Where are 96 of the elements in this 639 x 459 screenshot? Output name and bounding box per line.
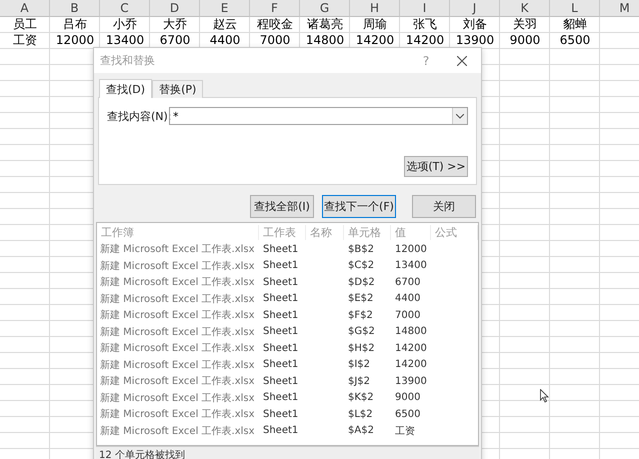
table-cell-text: $C$2 bbox=[347, 260, 376, 272]
table-cell-text: Sheet1 bbox=[262, 310, 300, 321]
table-cell-text: $D$2 bbox=[347, 276, 376, 288]
table-cell-text: Sheet1 bbox=[262, 392, 300, 404]
window-title: 查找和替换 bbox=[100, 53, 156, 68]
table-cell-text: $E$2 bbox=[347, 293, 374, 304]
table-cell-text: 4400 bbox=[208, 33, 242, 48]
table-cell-text: $K$2 bbox=[347, 392, 375, 404]
table-cell-text: 12000 bbox=[394, 244, 428, 255]
table-cell-text: 14200 bbox=[404, 33, 446, 48]
table-cell-text: $A$2 bbox=[347, 425, 375, 436]
table-cell-text: Sheet1 bbox=[262, 260, 300, 272]
table-cell-text: 9000 bbox=[508, 33, 542, 48]
table-cell-text: 6700 bbox=[158, 33, 192, 48]
table-cell-text: 程咬金 bbox=[256, 17, 294, 32]
table-cell-text: 工资 bbox=[12, 33, 38, 48]
table-cell-text: $L$2 bbox=[347, 408, 374, 420]
table-cell-text: 12000 bbox=[54, 33, 96, 48]
table-cell-text: $B$2 bbox=[347, 244, 375, 255]
table-cell-text: 关羽 bbox=[512, 17, 538, 32]
table-cell-text: 新建 Microsoft Excel 工作表.xlsx bbox=[99, 308, 256, 322]
table-cell-text: 周瑜 bbox=[362, 17, 388, 32]
table-cell-text: 张飞 bbox=[412, 17, 438, 32]
table-cell-text: Sheet1 bbox=[262, 425, 300, 436]
table-cell-text: 13900 bbox=[394, 376, 428, 387]
column-header[interactable]: A bbox=[0, 0, 50, 17]
table-cell-text: Sheet1 bbox=[262, 293, 300, 304]
table-cell-text: 4400 bbox=[394, 293, 422, 304]
table-cell-text: Sheet1 bbox=[262, 326, 300, 338]
table-cell-text: 新建 Microsoft Excel 工作表.xlsx bbox=[99, 408, 256, 422]
table-cell-text: 新建 Microsoft Excel 工作表.xlsx bbox=[99, 342, 256, 356]
table-cell-text: 7000 bbox=[394, 310, 422, 321]
table-cell-text: 貂蝉 bbox=[562, 17, 588, 32]
table-cell-text: 13900 bbox=[454, 33, 496, 48]
table-cell-text: 赵云 bbox=[212, 17, 238, 32]
table-cell-text: 新建 Microsoft Excel 工作表.xlsx bbox=[99, 260, 256, 273]
table-cell-text: Sheet1 bbox=[262, 342, 300, 354]
table-cell-text: Sheet1 bbox=[262, 376, 300, 387]
table-cell-text: 14200 bbox=[354, 33, 396, 48]
table-cell-text: Sheet1 bbox=[262, 276, 300, 288]
table-cell-text: 新建 Microsoft Excel 工作表.xlsx bbox=[99, 292, 256, 306]
table-cell-text: 新建 Microsoft Excel 工作表.xlsx bbox=[99, 374, 256, 388]
table-cell-text: 13400 bbox=[104, 33, 146, 48]
tab[interactable]: 查找(D) bbox=[99, 79, 152, 98]
column-header[interactable]: L bbox=[550, 0, 600, 17]
search-field[interactable]: * bbox=[169, 107, 468, 125]
table-cell-text: 新建 Microsoft Excel 工作表.xlsx bbox=[99, 326, 256, 339]
column-header[interactable]: I bbox=[400, 0, 450, 17]
table-cell-text: Sheet1 bbox=[262, 408, 300, 420]
table-cell-text: 14800 bbox=[304, 33, 346, 48]
action-button[interactable]: 关闭 bbox=[412, 195, 476, 218]
action-button[interactable]: 查找全部(I) bbox=[250, 195, 314, 218]
table-cell-text: 13400 bbox=[394, 260, 428, 272]
table-cell-text: 新建 Microsoft Excel 工作表.xlsx bbox=[99, 276, 256, 290]
column-header[interactable]: E bbox=[200, 0, 250, 17]
options-button[interactable]: 选项(T) >> bbox=[404, 156, 468, 177]
table-cell-text: $J$2 bbox=[347, 376, 372, 387]
table-cell-text: 员工 bbox=[12, 17, 38, 32]
table-cell-text: 小乔 bbox=[112, 17, 138, 32]
table-cell-text: $H$2 bbox=[347, 342, 376, 354]
table-cell-text: $F$2 bbox=[347, 310, 374, 321]
table-cell-text: 14200 bbox=[394, 342, 428, 354]
table-cell-text: 新建 Microsoft Excel 工作表.xlsx bbox=[99, 242, 256, 256]
table-cell-text: 诸葛亮 bbox=[306, 17, 344, 32]
table-cell-text: 大乔 bbox=[162, 17, 188, 32]
close-button[interactable] bbox=[455, 54, 469, 68]
column-header[interactable]: K bbox=[500, 0, 550, 17]
chevron-down-icon[interactable] bbox=[456, 114, 464, 118]
column-header[interactable]: M bbox=[600, 0, 639, 17]
table-cell-text: 14800 bbox=[394, 326, 428, 338]
table-cell-text: 工资 bbox=[394, 424, 416, 438]
table-cell-text: 6500 bbox=[394, 408, 422, 420]
column-header[interactable]: F bbox=[250, 0, 300, 17]
table-cell-text: Sheet1 bbox=[262, 359, 300, 370]
table-cell-text: 7000 bbox=[258, 33, 292, 48]
table-cell-text: $G$2 bbox=[347, 326, 376, 338]
tab[interactable]: 替换(P) bbox=[152, 80, 204, 98]
table-cell-text: 吕布 bbox=[62, 17, 88, 32]
column-header[interactable]: C bbox=[100, 0, 150, 17]
table-cell-text: $I$2 bbox=[347, 359, 372, 370]
column-header[interactable]: G bbox=[300, 0, 350, 17]
column-header[interactable]: H bbox=[350, 0, 400, 17]
action-button[interactable]: 查找下一个(F) bbox=[322, 195, 396, 218]
column-header[interactable]: J bbox=[450, 0, 500, 17]
table-cell-text: 6500 bbox=[558, 33, 592, 48]
table-cell-text: 14200 bbox=[394, 359, 428, 370]
column-header[interactable]: D bbox=[150, 0, 200, 17]
table-cell-text: Sheet1 bbox=[262, 244, 300, 255]
table-cell-text: 9000 bbox=[394, 392, 422, 404]
cursor-icon bbox=[540, 388, 549, 402]
table-cell-text: 6700 bbox=[394, 276, 422, 288]
table-cell-text: 新建 Microsoft Excel 工作表.xlsx bbox=[99, 358, 256, 372]
column-header[interactable]: B bbox=[50, 0, 100, 17]
table-cell-text: 新建 Microsoft Excel 工作表.xlsx bbox=[99, 392, 256, 405]
table-cell-text: 新建 Microsoft Excel 工作表.xlsx bbox=[99, 424, 256, 438]
table-cell-text: 刘备 bbox=[462, 17, 488, 32]
